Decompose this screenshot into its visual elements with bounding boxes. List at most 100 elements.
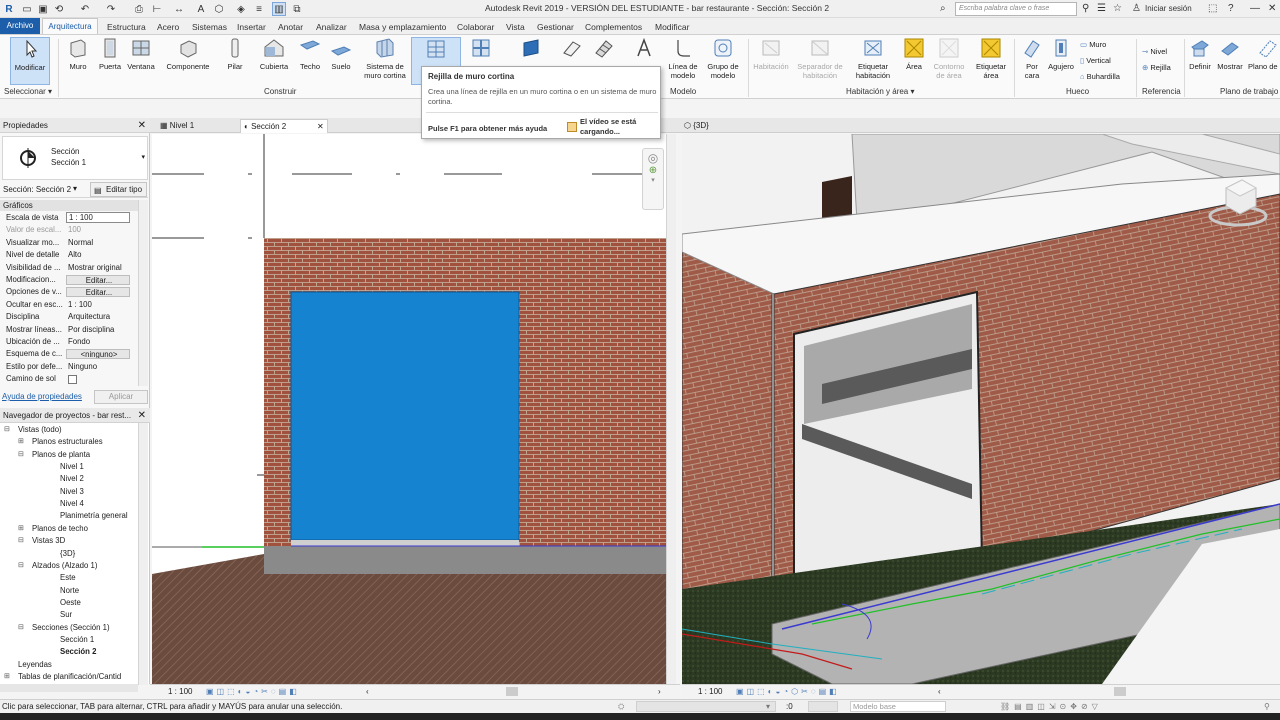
worksets-icon[interactable]: ⛭ — [618, 700, 624, 713]
browser-node[interactable]: {3D} — [60, 548, 75, 560]
property-value[interactable]: Arquitectura — [66, 311, 130, 323]
tag-room-button[interactable]: Etiquetar habitación — [850, 37, 896, 80]
room-button[interactable]: Habitación — [750, 37, 792, 71]
dimension-icon[interactable]: ↔ — [172, 2, 186, 16]
switch-windows-icon[interactable]: ⧉ — [290, 2, 304, 16]
text-icon[interactable]: A — [194, 2, 208, 16]
curtain-wall-panel[interactable] — [290, 291, 520, 541]
collapse-icon[interactable]: ⊟ — [18, 623, 24, 631]
model-line-button[interactable]: Línea de modelo — [664, 37, 702, 80]
view-control-icons[interactable]: ▣◫⬚◐◒◔✂◌▤◧ — [206, 685, 300, 698]
area-boundary-button[interactable]: Contorno de área — [930, 37, 968, 80]
section-icon[interactable]: ◈ — [234, 2, 248, 16]
collapse-icon[interactable]: ⊟ — [4, 425, 10, 433]
browser-node[interactable]: Nivel 1 — [60, 461, 84, 473]
dormer-opening-button[interactable]: ⌂ Buhardilla — [1080, 70, 1132, 86]
property-value[interactable]: Fondo — [66, 336, 130, 348]
save-icon[interactable]: ▣ — [36, 2, 50, 16]
section-h-scrollbar[interactable] — [506, 687, 518, 696]
grid-button[interactable]: ⊕ Rejilla — [1142, 61, 1182, 77]
3d-h-scrollbar[interactable] — [1114, 687, 1126, 696]
browser-node[interactable]: Oeste — [60, 597, 81, 609]
property-row[interactable]: Estilo por defe... Ninguno — [2, 361, 138, 373]
expand-icon[interactable]: ⊞ — [18, 524, 24, 532]
mullion-button[interactable] — [466, 37, 496, 62]
instance-selector[interactable]: Sección: Sección 2 — [3, 185, 71, 194]
browser-node[interactable]: Sección 2 — [60, 646, 96, 658]
edit-type-button[interactable]: ▤ Editar tipo — [90, 182, 147, 197]
browser-scrollbar[interactable] — [138, 423, 148, 685]
wall-opening-button[interactable]: ▭ Muro — [1080, 38, 1132, 54]
column-button[interactable]: Pilar — [222, 37, 248, 71]
set-workplane-button[interactable]: Definir — [1186, 37, 1214, 71]
room-separator-button[interactable]: Separador de habitación — [794, 37, 846, 80]
tab-anotar[interactable]: Anotar — [278, 20, 303, 34]
view-scale[interactable]: 1 : 100 — [698, 685, 722, 698]
property-row[interactable]: Disciplina Arquitectura — [2, 311, 138, 323]
browser-node[interactable]: Sur — [60, 609, 72, 621]
browser-node[interactable]: Norte — [60, 585, 79, 597]
workset-selector[interactable] — [636, 701, 776, 712]
user-icon[interactable]: ♙ — [1132, 2, 1141, 16]
view-tab-nivel1[interactable]: ▦ Nivel 1 — [160, 119, 238, 133]
view-control-icons[interactable]: ▣◫⬚◐◒◔⬡✂◌▤◧ — [736, 685, 840, 698]
browser-node[interactable]: Nivel 4 — [60, 498, 84, 510]
sun-path-checkbox[interactable] — [68, 375, 77, 385]
ramp-button[interactable] — [558, 37, 586, 62]
curtain-system-button[interactable]: Sistema de muro cortina — [358, 37, 412, 80]
tag-area-button[interactable]: Etiquetar área — [972, 37, 1010, 80]
tab-masa[interactable]: Masa y emplazamiento — [359, 20, 446, 34]
chevron-down-icon[interactable]: ▾ — [643, 176, 663, 184]
by-face-button[interactable]: Por cara — [1018, 37, 1046, 80]
close-hidden-icon[interactable]: ▥ — [272, 2, 286, 16]
default-3d-icon[interactable]: ⬡ — [212, 2, 226, 16]
browser-node[interactable]: Este — [60, 572, 76, 584]
chevron-left-icon[interactable]: ‹ — [938, 685, 941, 698]
browser-node[interactable]: Planimetría general — [60, 510, 128, 522]
minimize-icon[interactable]: — — [1250, 2, 1260, 16]
view-scale[interactable]: 1 : 100 — [168, 685, 192, 698]
tab-analizar[interactable]: Analizar — [316, 20, 347, 34]
stair-button[interactable] — [590, 37, 618, 62]
tab-colaborar[interactable]: Colaborar — [457, 20, 494, 34]
design-option-selector[interactable]: Modelo base — [850, 701, 946, 712]
property-row[interactable]: Ubicación de ... Fondo — [2, 336, 138, 348]
browser-node[interactable]: Vistas (todo) — [18, 424, 62, 436]
tab-gestionar[interactable]: Gestionar — [537, 20, 574, 34]
show-workplane-button[interactable]: Mostrar — [1214, 37, 1246, 71]
collapse-icon[interactable]: ⊟ — [18, 561, 24, 569]
level-button[interactable]: ⊸ Nivel — [1142, 45, 1182, 61]
model-group-button[interactable]: Grupo de modelo — [702, 37, 744, 80]
properties-scrollbar[interactable] — [138, 200, 148, 386]
property-value[interactable]: Editar... — [66, 275, 130, 285]
close-icon[interactable]: ✕ — [138, 408, 146, 423]
measure-icon[interactable]: ⊢ — [150, 2, 164, 16]
vertical-opening-button[interactable]: ▯ Vertical — [1080, 54, 1132, 70]
browser-node[interactable]: Nivel 3 — [60, 486, 84, 498]
editable-only-toggle[interactable] — [808, 701, 838, 712]
help-icon[interactable]: ? — [1228, 2, 1234, 16]
modify-button[interactable]: Modificar — [10, 37, 50, 85]
property-row[interactable]: Escala de vista 1 : 100 — [2, 212, 138, 224]
browser-node[interactable]: Nivel 2 — [60, 473, 84, 485]
browser-h-scrollbar[interactable] — [0, 684, 138, 692]
close-icon[interactable]: ✕ — [1268, 2, 1276, 16]
property-row[interactable]: Esquema de c... <ninguno> — [2, 348, 138, 360]
tab-estructura[interactable]: Estructura — [107, 20, 146, 34]
property-row[interactable]: Valor de escal... 100 — [2, 224, 138, 236]
property-row[interactable]: Camino de sol — [2, 373, 138, 385]
view-tab-3d[interactable]: ⬡ {3D} — [684, 119, 744, 133]
property-value[interactable]: Ninguno — [66, 361, 130, 373]
browser-node[interactable]: Planos estructurales — [32, 436, 103, 448]
property-value[interactable]: Normal — [66, 237, 130, 249]
apply-button[interactable]: Aplicar — [94, 390, 148, 404]
binoculars-icon[interactable]: ⌕ — [940, 2, 946, 16]
roof-button[interactable]: Cubierta — [256, 37, 292, 71]
tab-vista[interactable]: Vista — [506, 20, 525, 34]
property-value[interactable]: Alto — [66, 249, 130, 261]
viewcube[interactable] — [1206, 174, 1268, 232]
group-seleccionar[interactable]: Seleccionar ▾ — [4, 87, 52, 96]
filter-icon[interactable]: ⚲ — [1264, 700, 1270, 713]
collapse-icon[interactable]: ⊟ — [18, 536, 24, 544]
browser-node[interactable]: Secciones (Sección 1) — [32, 622, 110, 634]
